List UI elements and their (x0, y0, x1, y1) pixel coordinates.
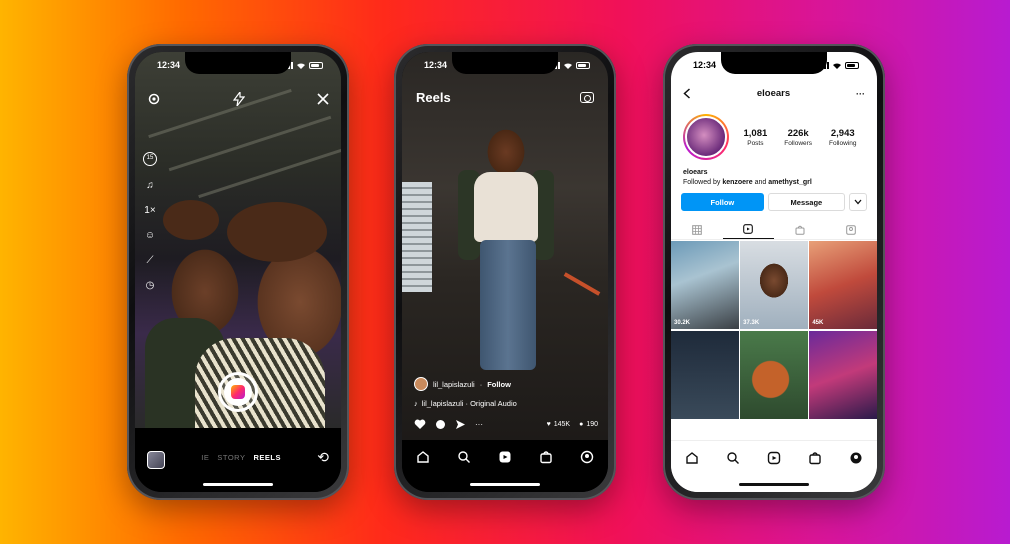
reels-screen: 12:34 Reels lil_lapislazuli · Follow ♪ l… (402, 52, 608, 492)
grid-item[interactable]: 30.2K (671, 241, 739, 329)
status-time: 12:34 (424, 60, 448, 70)
reels-icon (231, 385, 245, 399)
view-count: 45K (812, 320, 824, 326)
wifi-icon (297, 62, 305, 69)
profile-bio: eloears Followed by kenzoere and amethys… (683, 168, 865, 188)
avatar[interactable] (414, 377, 428, 391)
likes-count: 145K (553, 421, 571, 428)
profile-screen: 12:34 eloears ··· 1,081 Posts 226k Follo… (671, 52, 877, 492)
tab-tagged[interactable] (826, 220, 878, 239)
length-15-button[interactable]: 15 (143, 152, 157, 166)
retouch-icon[interactable]: ⟋ (143, 255, 157, 266)
notch (721, 52, 827, 74)
mode-prev[interactable]: IE (201, 453, 209, 462)
message-button[interactable]: Message (767, 193, 845, 211)
music-icon[interactable]: ♫ (143, 180, 157, 191)
tab-shop[interactable] (774, 220, 826, 239)
record-button[interactable] (218, 372, 258, 412)
view-count: 30.2K (674, 320, 691, 326)
profile-icon[interactable] (580, 450, 594, 464)
bio-name: eloears (683, 169, 708, 176)
shop-icon (795, 225, 805, 235)
shop-icon[interactable] (539, 450, 553, 464)
profile-username: eloears (756, 88, 791, 99)
battery-icon (309, 61, 323, 69)
flash-icon[interactable] (233, 92, 245, 106)
settings-icon[interactable] (147, 92, 161, 106)
wifi-icon (564, 62, 572, 69)
reels-tab-icon[interactable] (767, 451, 781, 465)
home-indicator (739, 483, 809, 486)
stat-posts[interactable]: 1,081 Posts (743, 128, 767, 147)
battery-icon (845, 61, 859, 69)
avatar[interactable] (683, 114, 729, 160)
phone-profile: 12:34 eloears ··· 1,081 Posts 226k Follo… (663, 44, 885, 500)
heart-icon[interactable] (414, 419, 426, 430)
mode-selector: IE STORY REELS (165, 453, 317, 468)
audio-icon: ♪ (414, 399, 418, 408)
reels-title: Reels (416, 90, 451, 105)
followed-by[interactable]: Followed by kenzoere and amethyst_grl (683, 178, 865, 188)
view-count: 37.3K (743, 320, 760, 326)
home-icon[interactable] (416, 450, 430, 464)
audio-label[interactable]: lil_lapislazuli · Original Audio (422, 399, 517, 408)
home-indicator (203, 483, 273, 486)
grid-item[interactable]: 37.3K (740, 241, 808, 329)
notch (185, 52, 291, 74)
flip-camera-icon[interactable]: ⟲ (317, 449, 329, 472)
gallery-thumbnail[interactable] (147, 451, 165, 469)
timer-icon[interactable]: ◷ (143, 280, 157, 291)
share-icon[interactable] (455, 419, 466, 430)
search-icon[interactable] (457, 450, 471, 464)
status-time: 12:34 (157, 60, 181, 70)
mode-reels[interactable]: REELS (253, 453, 281, 462)
stat-following[interactable]: 2,943 Following (829, 128, 856, 147)
grid-item[interactable] (671, 330, 739, 419)
grid-icon (691, 224, 702, 235)
comments-icon: ● (579, 421, 584, 428)
grid-item[interactable] (809, 330, 877, 419)
tab-grid[interactable] (671, 220, 723, 239)
camera-icon[interactable] (580, 92, 594, 103)
follow-link[interactable]: Follow (487, 380, 511, 389)
suggested-accounts-button[interactable] (849, 193, 867, 211)
grid-item[interactable] (740, 330, 808, 419)
camera-tools: 15 ♫ 1× ☺ ⟋ ◷ (143, 152, 157, 291)
profile-icon[interactable] (849, 451, 863, 465)
reel-meta: lil_lapislazuli · Follow ♪ lil_lapislazu… (414, 377, 598, 408)
home-icon[interactable] (685, 451, 699, 465)
reel-actions: ··· ♥ 145K ● 190 (414, 419, 598, 430)
grid-item[interactable]: 45K (809, 241, 877, 329)
comments-count: 190 (586, 421, 598, 428)
chevron-down-icon (854, 199, 862, 205)
speed-button[interactable]: 1× (143, 205, 157, 216)
phone-camera: 12:34 15 ♫ 1× ☺ ⟋ ◷ IE STORY REELS ⟲ (127, 44, 349, 500)
reels-grid: 30.2K 37.3K 45K (671, 241, 877, 419)
reels-tab-icon[interactable] (498, 450, 512, 464)
back-icon[interactable] (683, 88, 691, 99)
camera-screen: 12:34 15 ♫ 1× ☺ ⟋ ◷ IE STORY REELS ⟲ (135, 52, 341, 492)
comment-icon[interactable] (435, 419, 446, 430)
home-indicator (470, 483, 540, 486)
close-icon[interactable] (317, 93, 329, 105)
wifi-icon (833, 62, 841, 69)
effects-icon[interactable]: ☺ (143, 230, 157, 241)
more-options-icon[interactable]: ··· (856, 89, 865, 99)
likes-icon: ♥ (546, 421, 551, 428)
tab-reels[interactable] (722, 220, 774, 239)
follow-button[interactable]: Follow (681, 193, 764, 211)
profile-tabs (671, 220, 877, 240)
tagged-icon (846, 224, 857, 235)
more-options-icon[interactable]: ··· (475, 420, 483, 429)
notch (452, 52, 558, 74)
stat-followers[interactable]: 226k Followers (784, 128, 812, 147)
reel-username[interactable]: lil_lapislazuli (433, 380, 475, 389)
reels-icon (743, 224, 754, 234)
status-time: 12:34 (693, 60, 717, 70)
phone-reels: 12:34 Reels lil_lapislazuli · Follow ♪ l… (394, 44, 616, 500)
mode-story[interactable]: STORY (217, 453, 245, 462)
shop-icon[interactable] (808, 451, 822, 465)
battery-icon (576, 61, 590, 69)
search-icon[interactable] (726, 451, 740, 465)
